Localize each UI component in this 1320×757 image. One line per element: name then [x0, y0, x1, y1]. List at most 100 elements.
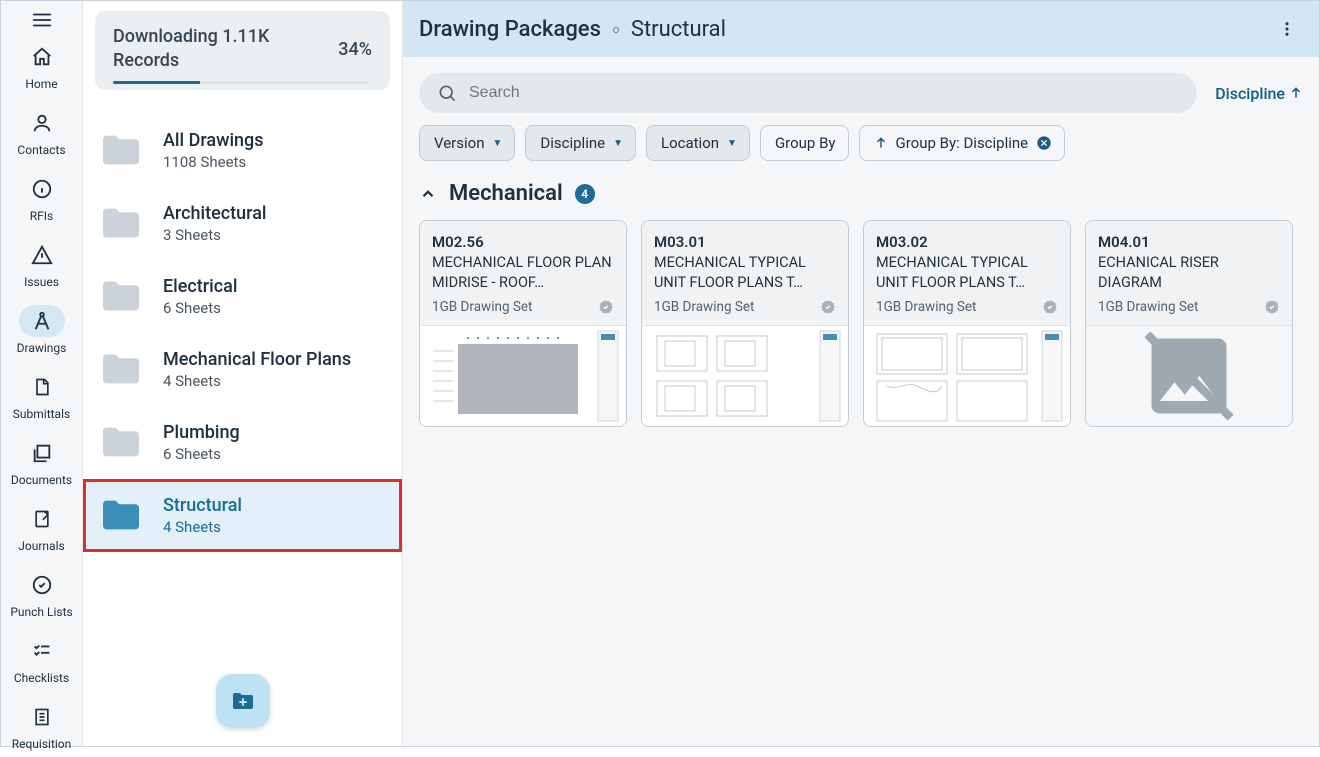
compass-icon [31, 310, 53, 332]
folder-plumbing[interactable]: Plumbing 6 Sheets [83, 406, 402, 479]
chip-label: Group By [775, 134, 836, 152]
menu-button[interactable] [22, 9, 62, 31]
folder-title: Mechanical Floor Plans [163, 349, 351, 370]
rail-item-journals[interactable]: Journals [3, 495, 81, 559]
rail-label-documents: Documents [11, 473, 72, 487]
breadcrumb-bar: Drawing Packages Structural [403, 1, 1319, 57]
chip-label: Discipline [540, 134, 605, 152]
chip-version[interactable]: Version ▼ [419, 125, 515, 161]
rail-label-issues: Issues [24, 275, 59, 289]
folder-architectural[interactable]: Architectural3 Sheets [83, 187, 402, 260]
rail-label-submittals: Submittals [13, 407, 70, 421]
folder-electrical[interactable]: Electrical 6 Sheets [83, 260, 402, 333]
chip-discipline[interactable]: Discipline▼ [525, 125, 636, 161]
chevron-down-icon: ▼ [493, 138, 503, 149]
sort-button[interactable]: Discipline [1215, 84, 1303, 103]
rail-item-documents[interactable]: Documents [3, 429, 81, 493]
rail-label-home: Home [25, 77, 57, 91]
folder-icon [99, 351, 143, 387]
rail-item-issues[interactable]: Issues [3, 231, 81, 295]
folder-subtitle: 1108 Sheets [163, 153, 264, 171]
info-icon [31, 178, 53, 200]
checklist-icon [31, 640, 53, 662]
card-set: 1GB Drawing Set [876, 299, 976, 315]
chevron-down-icon: ▼ [727, 138, 737, 149]
chip-group-by-discipline[interactable]: Group By: Discipline [859, 125, 1066, 161]
card-code: M04.01 [1098, 233, 1280, 251]
rail-label-drawings: Drawings [17, 341, 67, 355]
rail-label-requisition: Requisition [12, 737, 72, 751]
search-icon [437, 83, 457, 103]
chip-label: Version [434, 134, 485, 152]
rail-item-checklists[interactable]: Checklists [3, 627, 81, 691]
group-count-badge: 4 [575, 184, 595, 204]
arrow-up-icon [874, 136, 888, 150]
card-title: MECHANICAL TYPICAL UNIT FLOOR PLANS T… [654, 253, 836, 293]
rail-label-contacts: Contacts [17, 143, 65, 157]
folder-mechanical-floor-plans[interactable]: Mechanical Floor Plans 4 Sheets [83, 333, 402, 406]
chip-location[interactable]: Location▼ [646, 125, 750, 161]
verified-icon [598, 299, 614, 315]
folder-subtitle: 4 Sheets [163, 372, 351, 390]
card-set: 1GB Drawing Set [432, 299, 532, 315]
search-input[interactable] [469, 84, 1179, 102]
person-icon [31, 112, 53, 134]
rail-label-checklists: Checklists [14, 671, 69, 685]
rail-item-drawings[interactable]: Drawings [3, 297, 81, 361]
rail-item-rfis[interactable]: RFIs [3, 165, 81, 229]
folder-icon [99, 424, 143, 460]
folder-icon [99, 497, 143, 533]
group-header[interactable]: Mechanical 4 [403, 169, 1319, 216]
rail-item-home[interactable]: Home [3, 33, 81, 97]
folder-list[interactable]: All Drawings 1108 Sheets Architectural3 S… [83, 90, 402, 746]
card-code: M03.02 [876, 233, 1058, 251]
main-content: Drawing Packages Structural Discipline V… [403, 1, 1319, 746]
rail-label-rfis: RFIs [30, 209, 53, 223]
arrow-up-icon [1289, 86, 1303, 100]
drawing-card[interactable]: M02.56 MECHANICAL FLOOR PLAN MIDRISE - R… [419, 220, 627, 427]
chevron-up-icon [419, 185, 437, 203]
card-thumbnail [864, 326, 1070, 426]
chip-group-by[interactable]: Group By [760, 125, 849, 161]
punch-icon [31, 574, 53, 596]
drawing-card[interactable]: M03.01 MECHANICAL TYPICAL UNIT FLOOR PLA… [641, 220, 849, 427]
drawing-card[interactable]: M04.01 ECHANICAL RISER DIAGRAM 1GB Drawi… [1085, 220, 1293, 427]
more-vert-icon [1278, 20, 1296, 38]
rail-item-submittals[interactable]: Submittals [3, 363, 81, 427]
verified-icon [1042, 299, 1058, 315]
download-percent: 34% [338, 39, 372, 60]
download-status-card[interactable]: Downloading 1.11K Records 34% [95, 11, 390, 90]
more-options-button[interactable] [1271, 13, 1303, 45]
folder-icon [99, 278, 143, 314]
requisition-icon [32, 706, 52, 728]
card-code: M02.56 [432, 233, 614, 251]
close-icon[interactable] [1036, 135, 1052, 151]
folder-title: Electrical [163, 276, 237, 297]
folder-title: Architectural [163, 203, 267, 224]
folder-title: Plumbing [163, 422, 240, 443]
folder-title: All Drawings [163, 130, 264, 151]
folder-subtitle: 6 Sheets [163, 299, 237, 317]
search-box[interactable] [419, 73, 1197, 113]
folder-icon [99, 205, 143, 241]
no-image-icon [1086, 326, 1292, 426]
folder-icon [99, 132, 143, 168]
rail-item-punchlists[interactable]: Punch Lists [3, 561, 81, 625]
add-folder-button[interactable] [216, 674, 270, 728]
warning-icon [31, 244, 53, 266]
download-progress-bar [113, 81, 369, 84]
card-thumbnail [642, 326, 848, 426]
folder-all-drawings[interactable]: All Drawings 1108 Sheets [83, 114, 402, 187]
folder-structural[interactable]: Structural4 Sheets [83, 479, 402, 552]
card-title: MECHANICAL FLOOR PLAN MIDRISE - ROOF… [432, 253, 614, 293]
folder-plus-icon [231, 690, 255, 712]
rail-item-contacts[interactable]: Contacts [3, 99, 81, 163]
chip-label: Group By: Discipline [896, 134, 1029, 152]
verified-icon [820, 299, 836, 315]
folder-title: Structural [163, 495, 242, 516]
home-icon [31, 46, 53, 68]
folder-subtitle: 6 Sheets [163, 445, 240, 463]
breadcrumb-root[interactable]: Drawing Packages [419, 17, 601, 42]
drawing-card[interactable]: M03.02 MECHANICAL TYPICAL UNIT FLOOR PLA… [863, 220, 1071, 427]
rail-item-requisition[interactable]: Requisition [3, 693, 81, 757]
